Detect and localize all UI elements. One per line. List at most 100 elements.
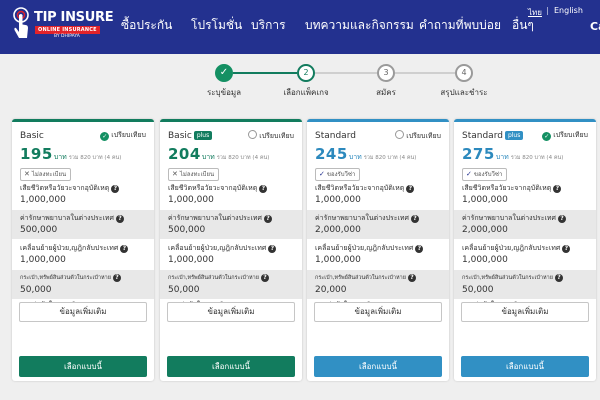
- nav-promotions[interactable]: โปรโมชั่น: [191, 16, 242, 35]
- coverage-label-text: กระเป๋า,ทรัพย์สินส่วนตัวในกระเป๋าหาย: [20, 275, 111, 281]
- nav-services[interactable]: บริการ: [251, 16, 286, 35]
- help-icon[interactable]: ?: [120, 245, 129, 253]
- help-icon[interactable]: ?: [407, 274, 416, 282]
- help-icon[interactable]: ?: [406, 185, 415, 193]
- more-info-button[interactable]: ข้อมูลเพิ่มเติม: [314, 302, 442, 322]
- coverage-label: ค่ารักษาพยาบาลในต่างประเทศ?: [168, 213, 272, 224]
- coverage-row: กระเป๋า,ทรัพย์สินส่วนตัวในกระเป๋าหาย? 50,…: [160, 270, 302, 299]
- more-info-button[interactable]: ข้อมูลเพิ่มเติม: [461, 302, 589, 322]
- coverage-value: 1,000,000: [315, 195, 361, 205]
- help-icon[interactable]: ?: [554, 274, 563, 282]
- help-icon[interactable]: ?: [263, 215, 272, 223]
- lang-english-link[interactable]: English: [554, 6, 583, 15]
- coverage-label-text: เสียชีวิตหรือวัยวะจากอุบัติเหตุ: [462, 184, 552, 192]
- select-plan-button[interactable]: เลือกแบบนี้: [314, 356, 442, 377]
- tip-insure-logo[interactable]: TIP INSURE ONLINE INSURANCE BY DHIPAYA: [10, 6, 114, 44]
- help-icon[interactable]: ?: [562, 245, 571, 253]
- compare-radio-icon[interactable]: [395, 130, 405, 139]
- coverage-value: 1,000,000: [462, 195, 508, 205]
- check-icon: ✓: [466, 170, 472, 178]
- plan-price: 245บาท รวม 820 บาท (4 คน): [315, 144, 416, 163]
- plan-price: 275บาท รวม 820 บาท (4 คน): [462, 144, 563, 163]
- coverage-value: 2,000,000: [315, 225, 361, 235]
- help-icon[interactable]: ?: [260, 274, 269, 282]
- help-icon[interactable]: ?: [112, 274, 121, 282]
- compare-radio-icon[interactable]: [248, 130, 258, 139]
- plan-card-standard: Standard เปรียบเทียบ 245บาท รวม 820 บาท (4 …: [307, 119, 449, 381]
- coverage-label-text: เคลื่อนย้ายผู้ป่วย,ญฎิกลับประเทศ: [315, 244, 414, 252]
- coverage-label: กระเป๋า,ทรัพย์สินส่วนตัวในกระเป๋าหาย?: [168, 274, 269, 282]
- more-info-button[interactable]: ข้อมูลเพิ่มเติม: [19, 302, 147, 322]
- step-1-check-icon: ✓: [215, 64, 233, 82]
- plan-price: 195บาท รวม 820 บาท (4 คน): [20, 144, 121, 163]
- coverage-label: เคลื่อนย้ายผู้ป่วย,ญฎิกลับประเทศ?: [315, 243, 424, 254]
- cart-link-cut[interactable]: Ca: [590, 20, 600, 33]
- coverage-label-text: เคลื่อนย้ายผู้ป่วย,ญฎิกลับประเทศ: [20, 244, 119, 252]
- nav-articles[interactable]: บทความและกิจกรรม: [305, 16, 414, 35]
- plus-badge: plus: [193, 131, 213, 140]
- coverage-value: 1,000,000: [20, 195, 66, 205]
- select-plan-button[interactable]: เลือกแบบนี้: [167, 356, 295, 377]
- more-info-button[interactable]: ข้อมูลเพิ่มเติม: [167, 302, 295, 322]
- hand-pointer-icon: [13, 7, 29, 38]
- coverage-label: ค่ารักษาพยาบาลในต่างประเทศ?: [315, 213, 419, 224]
- top-navbar: TIP INSURE ONLINE INSURANCE BY DHIPAYA ซ…: [0, 0, 600, 54]
- coverage-label: เสียชีวิตหรือวัยวะจากอุบัติเหตุ?: [20, 183, 120, 194]
- price-amount: 195: [20, 145, 53, 163]
- select-plan-button[interactable]: เลือกแบบนี้: [19, 356, 147, 377]
- coverage-label: เสียชีวิตหรือวัยวะจากอุบัติเหตุ?: [168, 183, 268, 194]
- compare-checked-icon[interactable]: ✓: [100, 132, 110, 141]
- step-1-label: ระบุข้อมูล: [206, 88, 242, 97]
- help-icon[interactable]: ?: [553, 185, 562, 193]
- cross-icon: ✕: [24, 170, 30, 178]
- compare-toggle[interactable]: เปรียบเทียบ: [395, 130, 441, 142]
- help-icon[interactable]: ?: [415, 245, 424, 253]
- coverage-label-text: กระเป๋า,ทรัพย์สินส่วนตัวในกระเป๋าหาย: [168, 275, 259, 281]
- step-connector-3: [395, 72, 455, 74]
- nav-buy-insurance[interactable]: ซื้อประกัน: [121, 16, 172, 35]
- compare-checked-icon[interactable]: ✓: [542, 132, 552, 141]
- help-icon[interactable]: ?: [268, 245, 277, 253]
- visa-recommend-label: ของรับวีซ่า: [473, 171, 503, 178]
- coverage-value: 50,000: [20, 285, 52, 295]
- coverage-label-text: ค่ารักษาพยาบาลในต่างประเทศ: [20, 214, 114, 222]
- help-icon[interactable]: ?: [410, 215, 419, 223]
- price-total: รวม 820 บาท (4 คน): [363, 155, 417, 161]
- help-icon[interactable]: ?: [111, 185, 120, 193]
- coverage-label-text: กระเป๋า,ทรัพย์สินส่วนตัวในกระเป๋าหาย: [462, 275, 553, 281]
- coverage-label-text: เคลื่อนย้ายผู้ป่วย,ญฎิกลับประเทศ: [168, 244, 267, 252]
- coverage-row: เคลื่อนย้ายผู้ป่วย,ญฎิกลับประเทศ? 1,000,0…: [160, 240, 302, 269]
- coverage-row: เคลื่อนย้ายผู้ป่วย,ญฎิกลับประเทศ? 1,000,0…: [454, 240, 596, 269]
- help-icon[interactable]: ?: [259, 185, 268, 193]
- coverage-label-text: เสียชีวิตหรือวัยวะจากอุบัติเหตุ: [20, 184, 110, 192]
- plan-name-text: Basic: [20, 131, 44, 141]
- compare-toggle[interactable]: ✓ เปรียบเทียบ: [100, 130, 146, 141]
- help-icon[interactable]: ?: [557, 215, 566, 223]
- price-unit: บาท: [201, 153, 215, 161]
- compare-toggle[interactable]: ✓ เปรียบเทียบ: [542, 130, 588, 141]
- visa-recommend-label: ไม่ลงทะเบียน: [179, 171, 215, 178]
- coverage-row: ค่ารักษาพยาบาลในต่างประเทศ? 2,000,000: [454, 210, 596, 239]
- coverage-label-text: ค่ารักษาพยาบาลในต่างประเทศ: [315, 214, 409, 222]
- price-unit: บาท: [348, 153, 362, 161]
- help-icon[interactable]: ?: [115, 215, 124, 223]
- lang-thai-link[interactable]: ไทย: [528, 6, 542, 19]
- coverage-label: กระเป๋า,ทรัพย์สินส่วนตัวในกระเป๋าหาย?: [20, 274, 121, 282]
- visa-recommend-label: ไม่ลงทะเบียน: [31, 171, 67, 178]
- select-plan-button[interactable]: เลือกแบบนี้: [461, 356, 589, 377]
- coverage-label-text: กระเป๋า,ทรัพย์สินส่วนตัวในกระเป๋าหาย: [315, 275, 406, 281]
- step-3-circle: 3: [377, 64, 395, 82]
- coverage-value: 1,000,000: [462, 255, 508, 265]
- plan-card-standard-plus: Standard plus ✓ เปรียบเทียบ 275บาท รวม 820 บา…: [454, 119, 596, 381]
- coverage-value: 1,000,000: [20, 255, 66, 265]
- plan-name: Standard plus: [462, 131, 524, 141]
- check-icon: ✓: [319, 170, 325, 178]
- lang-separator: |: [546, 6, 549, 15]
- plan-name-text: Standard: [462, 131, 503, 141]
- plan-card-basic-plus: Basic plus เปรียบเทียบ 204บาท รวม 820 บาท (4…: [160, 119, 302, 381]
- coverage-row: เคลื่อนย้ายผู้ป่วย,ญฎิกลับประเทศ? 1,000,0…: [12, 240, 154, 269]
- compare-toggle[interactable]: เปรียบเทียบ: [248, 130, 294, 142]
- coverage-row: กระเป๋า,ทรัพย์สินส่วนตัวในกระเป๋าหาย? 50,…: [12, 270, 154, 299]
- compare-label: เปรียบเทียบ: [111, 131, 146, 139]
- nav-faq[interactable]: คำถามที่พบบ่อย: [419, 16, 501, 35]
